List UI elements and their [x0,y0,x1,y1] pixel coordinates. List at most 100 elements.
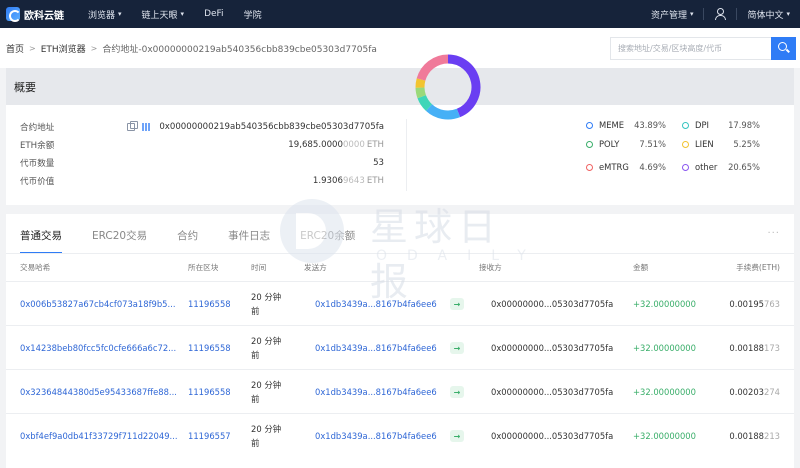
from-address-link[interactable]: 0x1db3439a...8167b4fa6ee6 [315,414,437,458]
more-tabs-icon[interactable]: ··· [767,228,780,239]
donut-slice [447,54,481,118]
col-header-time: 时间 [251,263,267,272]
tab-erc20-balance[interactable]: ERC20余额 [300,228,355,250]
overview-card: 概要 合约地址 0x00000000219ab540356cbb839cbe05… [6,68,794,232]
chevron-down-icon: ▾ [786,10,790,18]
token-distribution-donut [415,54,481,120]
legend-dot-icon [586,140,593,148]
qr-code-icon[interactable] [142,123,151,131]
token-count-value: 53 [373,158,384,168]
tx-amount: +32.00000000 [633,387,696,397]
overview-row-token-value: 代币价值 1.9306 9643 ETH [20,172,384,190]
block-link[interactable]: 11196558 [188,370,231,414]
chevron-down-icon: ▾ [118,10,122,18]
tx-hash-link[interactable]: 0x14238beb80fcc5fc0cfe666a6c72... [20,326,182,370]
nav-item-onchain-eye[interactable]: 链上天眼 ▾ [142,8,185,21]
token-value-value: 1.9306 [312,176,343,186]
copy-icon[interactable] [127,121,139,131]
to-address: 0x00000000...05303d7705fa [491,431,614,441]
legend-item: DPI 17.98% [682,120,760,130]
breadcrumb-bar: 首页 > ETH浏览器 > 合约地址-0x00000000219ab540356… [0,28,800,68]
tx-hash-link[interactable]: 0x32364844380d5e95433687ffe88... [20,370,182,414]
language-selector[interactable]: 简体中文 ▾ [737,8,800,21]
tab-erc20-tx[interactable]: ERC20交易 [92,228,147,250]
nav-item-label: 学院 [243,10,262,21]
tab-normal-tx[interactable]: 普通交易 [20,228,62,254]
block-link[interactable]: 11196557 [188,414,231,458]
tx-hash-link[interactable]: 0x006b53827a67cb4cf073a18f9b5... [20,282,182,326]
legend-name: POLY [599,139,620,149]
tx-age-line2: 前 [251,306,260,316]
tx-fee-value: 0.00195 [729,299,764,309]
brand-name: 欧科云链 [24,10,64,22]
tx-amount: +32.00000000 [633,343,696,353]
tx-fee: 0.00203 274 [729,370,780,414]
col-header-to: 接收方 [479,263,502,272]
brand-logo[interactable]: 欧科云链 [6,7,88,22]
legend-dot-icon [682,121,689,129]
donut-slice [417,94,433,111]
asset-management-menu[interactable]: 资产管理 ▾ [641,8,704,21]
tx-hash-link[interactable]: 0xbf4ef9a0db41f33729f711d22049... [20,414,182,458]
direction-badge: → [450,326,464,370]
search-input[interactable] [610,37,771,60]
legend-item: LIEN 5.25% [682,139,760,149]
direction-badge: → [450,414,464,458]
legend-pct: 17.98% [728,120,760,130]
breadcrumb-eth-explorer[interactable]: ETH浏览器 [41,42,86,55]
overview-label: 代币价值 [20,177,55,187]
breadcrumb-home[interactable]: 首页 [6,42,24,55]
tx-age-line2: 前 [251,394,260,404]
legend-name: other [695,162,718,172]
tx-fee: 0.00188 213 [729,414,780,458]
user-account-button[interactable] [704,8,736,20]
breadcrumb-separator-icon: > [90,43,98,53]
from-address-link[interactable]: 0x1db3439a...8167b4fa6ee6 [315,326,437,370]
col-header-fee: 手续费(ETH) [736,263,780,272]
transactions-card: 普通交易 ERC20交易 合约 事件日志 ERC20余额 ··· 交易哈希 所在… [6,214,794,468]
eth-balance-value: 19,685.0000 [288,140,343,150]
legend-item: eMTRG 4.69% [586,162,666,172]
donut-slice [415,78,426,88]
search-icon [778,42,787,51]
search-button[interactable] [771,37,796,60]
breadcrumb-current: 合约地址-0x00000000219ab540356cbb839cbe05303… [102,44,377,55]
tx-fee-dim: 213 [764,431,780,441]
nav-item-defi[interactable]: DeFi [204,9,224,19]
direction-badge: → [450,282,464,326]
tab-divider [6,253,794,254]
tx-fee: 0.00195 763 [729,282,780,326]
from-address-link[interactable]: 0x1db3439a...8167b4fa6ee6 [315,282,437,326]
tx-age: 20 分钟前 [251,326,281,370]
table-row: 0x006b53827a67cb4cf073a18f9b5... 11196558… [6,281,794,325]
nav-item-academy[interactable]: 学院 [244,8,262,21]
block-link[interactable]: 11196558 [188,282,231,326]
tx-fee-value: 0.00188 [729,431,764,441]
legend-name: LIEN [695,139,714,149]
legend-dot-icon [586,163,593,171]
overview-title: 概要 [6,68,794,105]
table-row: 0x32364844380d5e95433687ffe88... 11196558… [6,369,794,413]
arrow-right-icon: → [450,386,464,398]
tx-tabs: 普通交易 ERC20交易 合约 事件日志 ERC20余额 [20,228,385,254]
tx-fee: 0.00188 173 [729,326,780,370]
to-address: 0x00000000...05303d7705fa [491,343,614,353]
arrow-right-icon: → [450,342,464,354]
nav-item-explorer[interactable]: 浏览器 ▾ [88,8,122,21]
nav-item-label: 链上天眼 [141,10,178,21]
legend-pct: 5.25% [733,139,760,149]
block-link[interactable]: 11196558 [188,326,231,370]
okl-logo-icon [6,7,21,22]
eth-balance-unit: ETH [366,140,384,150]
from-address-link[interactable]: 0x1db3439a...8167b4fa6ee6 [315,370,437,414]
tx-fee-dim: 173 [764,343,780,353]
col-header-from: 发送方 [304,263,327,272]
arrow-right-icon: → [450,298,464,310]
chevron-down-icon: ▾ [689,10,694,18]
col-header-amount: 金额 [633,263,649,272]
tab-contract[interactable]: 合约 [177,228,198,250]
col-header-hash: 交易哈希 [20,263,51,272]
tx-fee-dim: 763 [764,299,780,309]
user-icon [714,8,727,20]
tab-event-log[interactable]: 事件日志 [228,228,270,250]
